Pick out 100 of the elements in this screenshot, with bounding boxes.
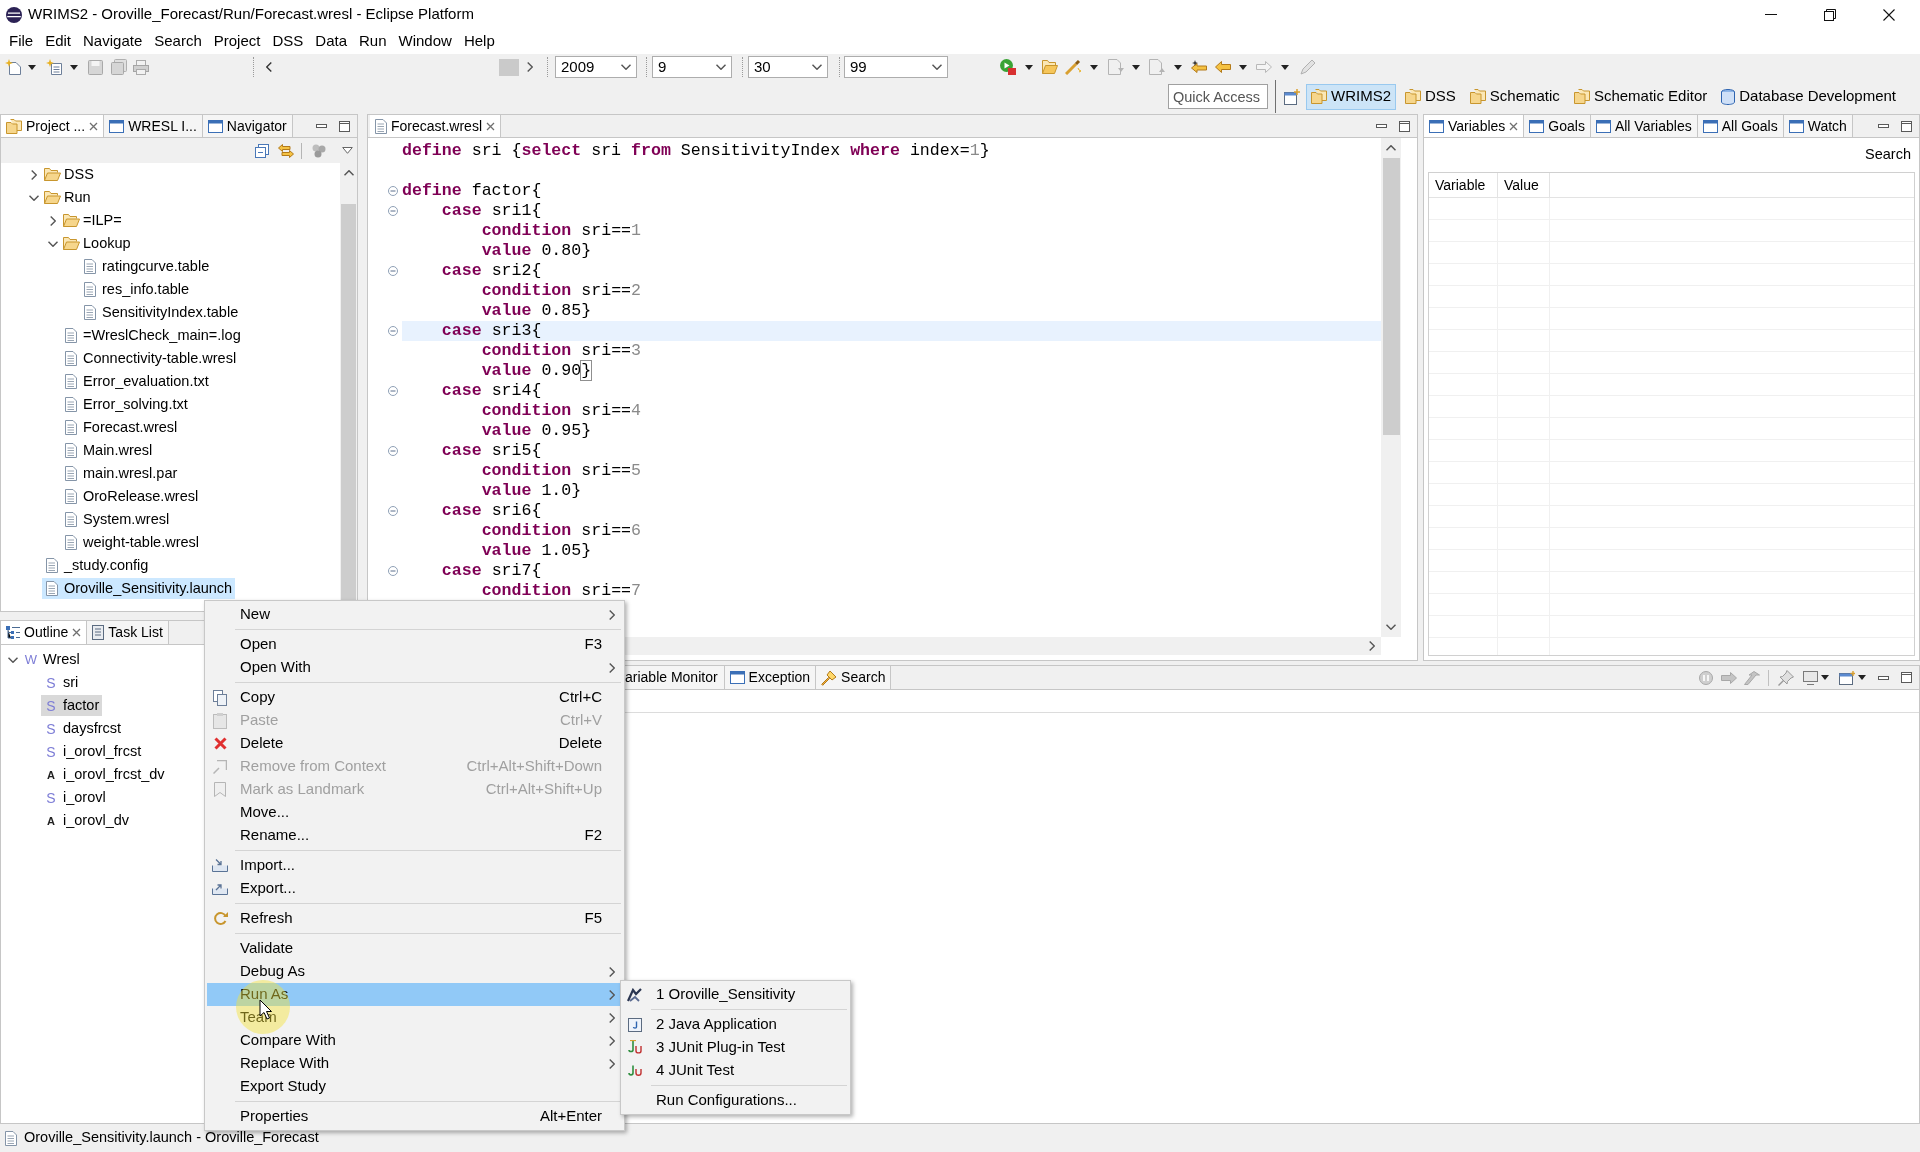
menu-item[interactable]: Open With xyxy=(207,656,622,679)
menu-bar-item[interactable]: Project xyxy=(207,29,267,54)
menu-item[interactable]: 1 Oroville_Sensitivity xyxy=(623,983,848,1006)
tree-item[interactable]: =WreslCheck_main=.log xyxy=(61,325,244,346)
view-tab[interactable]: Forecast.wresl xyxy=(370,115,502,137)
menu-item[interactable]: Refresh F5 xyxy=(207,907,622,930)
caret-icon[interactable] xyxy=(1281,64,1289,70)
link-arrows-icon[interactable] xyxy=(278,143,294,158)
run-icon[interactable] xyxy=(1000,59,1016,75)
menu-bar-item[interactable]: Help xyxy=(457,29,501,54)
view-tab[interactable]: Watch xyxy=(1783,115,1853,137)
combo-box[interactable]: 30 xyxy=(748,56,828,78)
view-tab[interactable]: Goals xyxy=(1524,115,1591,137)
search-link[interactable]: Search xyxy=(1865,144,1911,166)
menu-item[interactable]: New xyxy=(207,603,622,626)
scrollbar[interactable] xyxy=(1381,138,1401,637)
close-icon[interactable] xyxy=(72,628,82,637)
chevron-down-icon[interactable] xyxy=(1386,624,1396,630)
column-header[interactable]: Variable xyxy=(1429,173,1498,197)
tree-item[interactable]: System.wresl xyxy=(61,509,173,530)
chevron-up-icon[interactable] xyxy=(343,170,354,176)
chevron-down-icon[interactable] xyxy=(29,194,39,201)
view-tab[interactable]: Navigator xyxy=(202,115,293,137)
chevron-down-icon[interactable] xyxy=(48,240,58,247)
tree-item[interactable]: res_info.table xyxy=(80,279,193,300)
tree-item[interactable]: _study.config xyxy=(42,555,152,576)
window-plus-icon[interactable] xyxy=(1284,88,1300,105)
tree-item[interactable]: A i_orovl_dv xyxy=(41,810,133,831)
tree-item[interactable]: Connectivity-table.wresl xyxy=(61,348,240,369)
tree-item[interactable]: Main.wresl xyxy=(61,440,156,461)
menu-item[interactable]: Rename... F2 xyxy=(207,824,622,847)
maximize-icon[interactable] xyxy=(1399,120,1410,132)
tree-item[interactable]: W Wresl xyxy=(21,649,83,670)
menu-item[interactable]: Run Configurations... xyxy=(623,1089,848,1112)
tree-item[interactable]: Error_evaluation.txt xyxy=(61,371,212,392)
menu-item[interactable]: Delete Delete xyxy=(207,732,622,755)
chevron-right-icon[interactable] xyxy=(1369,641,1375,651)
tree-item[interactable]: DSS xyxy=(42,164,97,185)
view-tab[interactable]: Exception xyxy=(724,666,817,689)
menu-bar-item[interactable]: Edit xyxy=(39,29,78,54)
collapse-all-icon[interactable] xyxy=(255,143,269,158)
tree-item[interactable]: weight-table.wresl xyxy=(61,532,203,553)
maximize-icon[interactable] xyxy=(339,120,350,132)
star-arrow-icon[interactable] xyxy=(1191,60,1207,74)
chevron-down-icon[interactable] xyxy=(812,64,822,70)
caret-icon[interactable] xyxy=(1132,64,1140,70)
menu-bar-item[interactable]: DSS xyxy=(266,29,310,54)
minimize-icon[interactable] xyxy=(316,124,327,128)
menu-item[interactable]: Validate xyxy=(207,937,622,960)
view-tab[interactable]: All Goals xyxy=(1697,115,1784,137)
scrollbar-thumb[interactable] xyxy=(1382,158,1400,435)
perspective-button[interactable]: DSS xyxy=(1400,83,1461,110)
close-icon[interactable] xyxy=(1509,121,1519,131)
chevron-left-icon[interactable] xyxy=(266,62,272,72)
chevron-down-icon[interactable] xyxy=(8,656,18,663)
menu-item[interactable]: Move... xyxy=(207,801,622,824)
tree-item[interactable]: ratingcurve.table xyxy=(80,256,213,277)
caret-icon[interactable] xyxy=(70,64,78,70)
chevron-right-icon[interactable] xyxy=(31,169,37,180)
quick-access-field[interactable]: Quick Access xyxy=(1168,84,1268,109)
chevron-right-icon[interactable] xyxy=(527,62,533,72)
menu-item[interactable]: Export Study xyxy=(207,1075,622,1098)
menu-bar-item[interactable]: Run xyxy=(353,29,393,54)
view-tab[interactable]: Project ... xyxy=(1,115,105,137)
view-tab[interactable]: WRESL I... xyxy=(104,115,203,137)
perspective-button[interactable]: WRIMS2 xyxy=(1306,83,1396,110)
caret-icon[interactable] xyxy=(1239,64,1247,70)
tree-item[interactable]: Run xyxy=(42,187,94,208)
chevron-down-icon[interactable] xyxy=(932,64,942,70)
chevron-right-icon[interactable] xyxy=(50,215,56,226)
tree-item[interactable]: S sri xyxy=(41,672,82,693)
monitor-icon[interactable] xyxy=(1803,670,1818,685)
menu-item[interactable]: Import... xyxy=(207,854,622,877)
new-file-icon[interactable] xyxy=(5,59,21,75)
minimize-icon[interactable] xyxy=(1878,675,1889,680)
close-icon[interactable] xyxy=(486,121,496,131)
menu-bar-item[interactable]: File xyxy=(3,29,40,54)
menu-item[interactable]: Copy Ctrl+C xyxy=(207,686,622,709)
menu-bar-item[interactable]: Data xyxy=(309,29,353,54)
combo-box[interactable]: 9 xyxy=(652,56,732,78)
tree-item[interactable]: S daysfrcst xyxy=(41,718,124,739)
caret-icon[interactable] xyxy=(28,64,36,70)
combo-box[interactable]: 99 xyxy=(844,56,948,78)
tree-item[interactable]: Error_solving.txt xyxy=(61,394,191,415)
caret-icon[interactable] xyxy=(1174,64,1182,70)
menu-item[interactable]: 4 JUnit Test xyxy=(623,1059,848,1082)
tree-item[interactable]: =ILP= xyxy=(61,210,125,231)
window-plus-icon[interactable] xyxy=(1839,670,1855,685)
menu-item[interactable]: Compare With xyxy=(207,1029,622,1052)
tree-item[interactable]: Lookup xyxy=(61,233,134,254)
tree-item[interactable]: A i_orovl_frcst_dv xyxy=(41,764,168,785)
column-header[interactable]: Value xyxy=(1498,173,1550,197)
tree-item[interactable]: SensitivityIndex.table xyxy=(80,302,242,323)
menu-item[interactable]: Open F3 xyxy=(207,633,622,656)
caret-icon[interactable] xyxy=(1858,675,1866,680)
tree-item[interactable]: OroRelease.wresl xyxy=(61,486,202,507)
caret-icon[interactable] xyxy=(1090,64,1098,70)
minimize-icon[interactable] xyxy=(1878,124,1889,128)
menu-item[interactable]: Run As xyxy=(207,983,622,1006)
maximize-icon[interactable] xyxy=(1901,120,1912,132)
